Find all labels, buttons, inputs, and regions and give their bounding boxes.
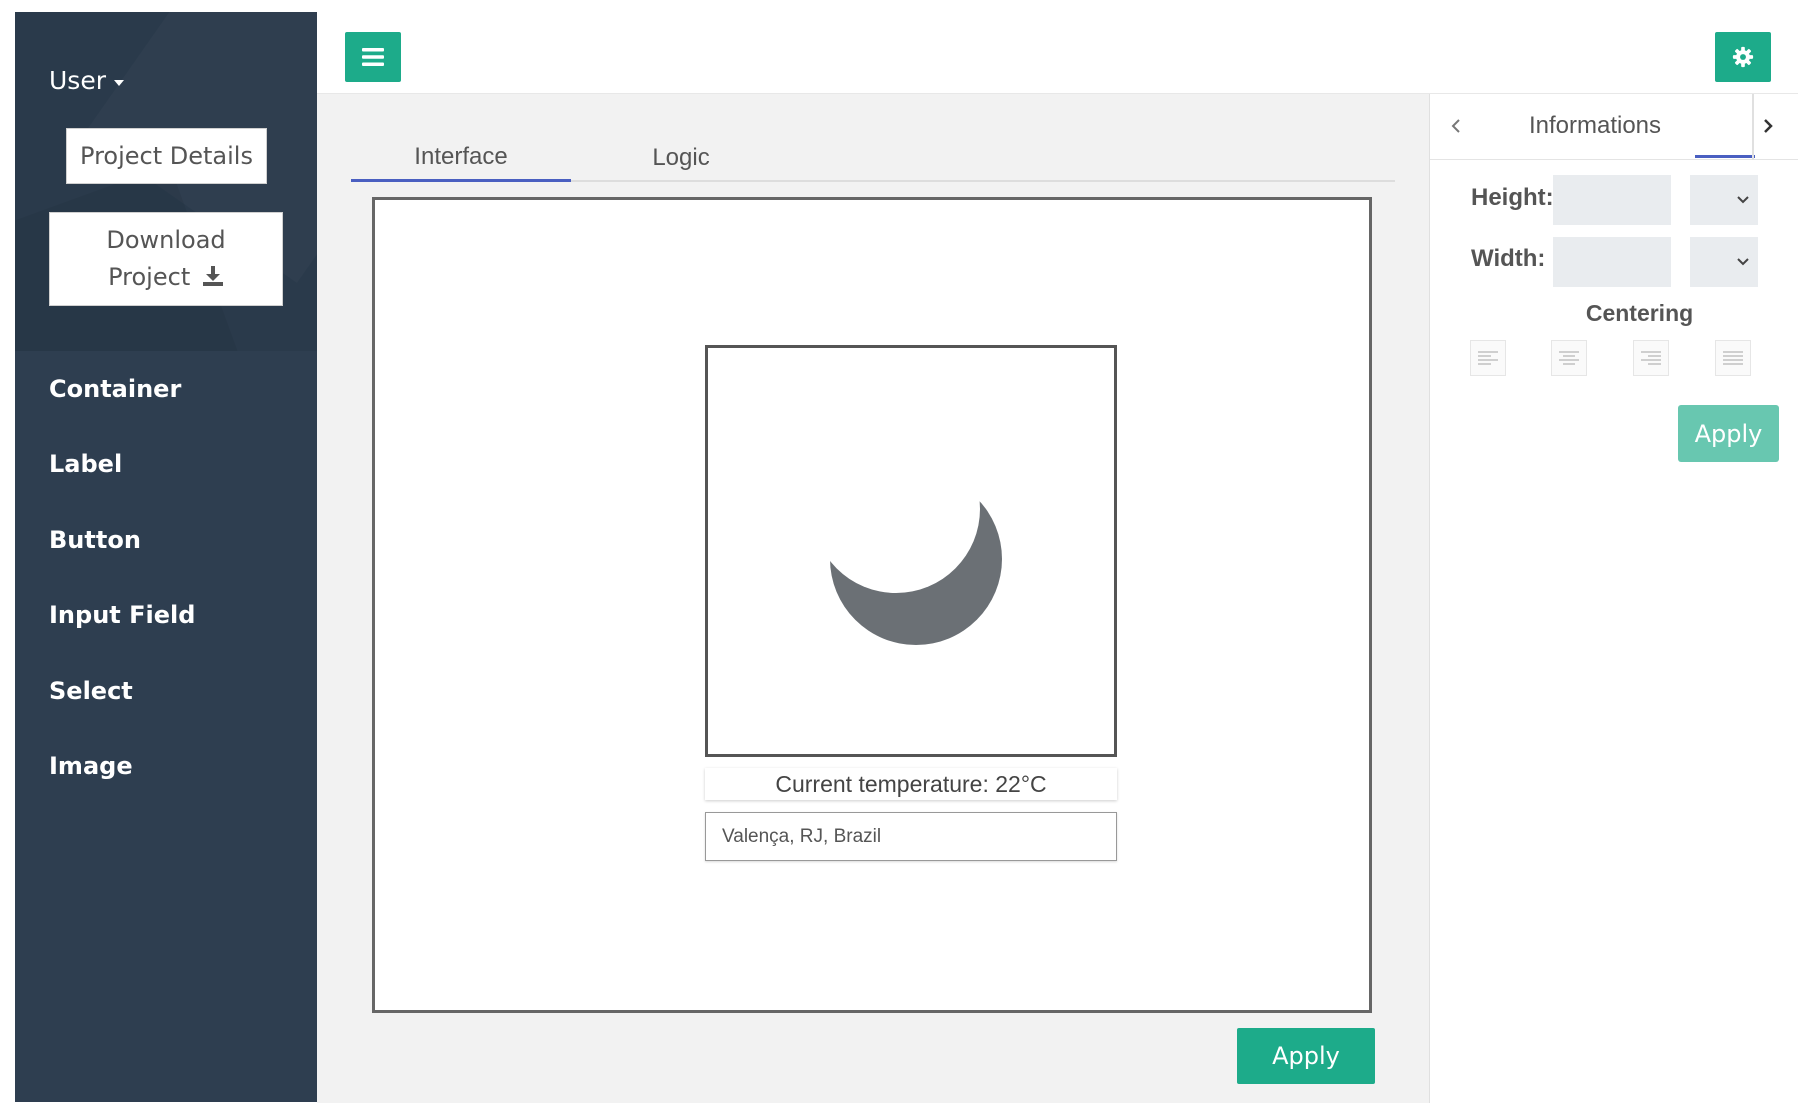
height-input[interactable] (1553, 175, 1671, 225)
width-label: Width: (1471, 245, 1546, 272)
chevron-down-icon (1737, 196, 1749, 204)
download-icon (202, 261, 224, 298)
align-justify-button[interactable] (1715, 340, 1751, 376)
panel-tab-informations[interactable]: Informations (1490, 112, 1700, 140)
download-project-button[interactable]: Download Project (49, 212, 283, 306)
align-left-button[interactable] (1470, 340, 1506, 376)
panel-header: Informations (1430, 94, 1798, 160)
settings-button[interactable] (1715, 32, 1771, 82)
sidebar-item-input-field[interactable]: Input Field (15, 578, 317, 654)
hamburger-icon (362, 48, 384, 66)
sidebar-item-container[interactable]: Container (15, 351, 317, 427)
sidebar-item-label: Image (49, 752, 133, 781)
download-label-line2: Project (108, 263, 191, 291)
panel-apply-button[interactable]: Apply (1678, 405, 1779, 462)
apply-button[interactable]: Apply (1237, 1028, 1375, 1084)
sidebar-item-label: Label (49, 450, 123, 479)
temperature-label[interactable]: Current temperature: 22°C (705, 768, 1117, 800)
apply-label: Apply (1272, 1042, 1340, 1070)
sidebar-item-label[interactable]: Label (15, 427, 317, 503)
panel-next-button[interactable] (1756, 114, 1780, 138)
tab-label: Interface (414, 142, 508, 170)
properties-panel: Informations Height: Width: Centering Ap… (1429, 94, 1798, 1103)
chevron-right-icon (1764, 119, 1773, 133)
user-menu-toggle[interactable]: User (49, 66, 124, 95)
panel-header-divider (1752, 94, 1754, 160)
sidebar-header: User Project Details Download Project (15, 12, 317, 351)
chevron-down-icon (1737, 258, 1749, 266)
download-label-line1: Download (106, 226, 226, 254)
sidebar-item-image[interactable]: Image (15, 729, 317, 805)
height-label: Height: (1471, 184, 1554, 211)
align-right-button[interactable] (1633, 340, 1669, 376)
gear-icon (1732, 46, 1754, 68)
user-menu-label: User (49, 66, 106, 95)
sidebar-item-button[interactable]: Button (15, 502, 317, 578)
align-center-button[interactable] (1551, 340, 1587, 376)
sidebar-item-label: Container (49, 374, 182, 403)
component-nav: Container Label Button Input Field Selec… (15, 351, 317, 804)
sidebar: User Project Details Download Project Co… (15, 12, 317, 1102)
align-right-icon (1641, 351, 1661, 365)
align-center-icon (1559, 351, 1579, 365)
menu-toggle-button[interactable] (345, 32, 401, 82)
panel-prev-button[interactable] (1444, 114, 1468, 138)
panel-tab-indicator (1695, 155, 1755, 158)
temperature-text: Current temperature: 22°C (775, 770, 1047, 797)
project-details-button[interactable]: Project Details (66, 128, 267, 184)
panel-title: Informations (1528, 112, 1662, 139)
apply-label: Apply (1694, 419, 1763, 448)
centering-label: Centering (1585, 300, 1694, 326)
caret-down-icon (113, 79, 124, 86)
sidebar-item-label: Button (49, 525, 141, 554)
city-input[interactable] (705, 812, 1117, 861)
align-left-icon (1478, 351, 1498, 365)
chevron-left-icon (1451, 119, 1460, 133)
moon-icon (830, 473, 1002, 645)
design-canvas[interactable]: Current temperature: 22°C (372, 197, 1372, 1013)
align-justify-icon (1723, 351, 1743, 365)
sidebar-item-label: Input Field (49, 601, 196, 630)
height-unit-select[interactable] (1690, 175, 1758, 225)
app-root: User Project Details Download Project Co… (0, 0, 1798, 1103)
sidebar-item-select[interactable]: Select (15, 653, 317, 729)
tab-interface[interactable]: Interface (351, 134, 571, 182)
weather-image-component[interactable] (705, 345, 1117, 757)
width-input[interactable] (1553, 237, 1671, 287)
project-details-label: Project Details (80, 142, 253, 170)
sidebar-item-label: Select (49, 676, 133, 705)
editor-tabs: Interface Logic (351, 134, 1395, 182)
tab-logic[interactable]: Logic (571, 134, 791, 182)
editor-main: Interface Logic Current temperature: 22°… (317, 94, 1429, 1103)
tab-label: Logic (652, 144, 710, 171)
width-unit-select[interactable] (1690, 237, 1758, 287)
